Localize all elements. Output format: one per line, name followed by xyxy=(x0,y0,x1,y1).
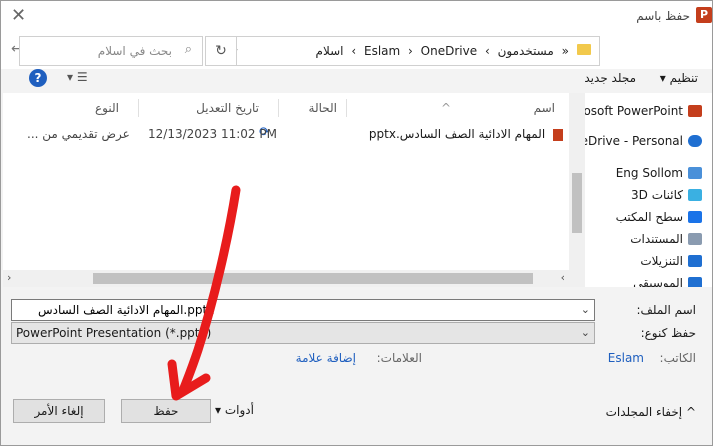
music-icon xyxy=(688,277,702,287)
tags-label: العلامات: xyxy=(376,351,422,365)
nav-scrollbar-thumb[interactable] xyxy=(572,173,582,233)
navigation-pane: crosoft PowerPoint neDrive - Personal En… xyxy=(569,93,712,287)
breadcrumb-separator: › xyxy=(484,44,490,58)
nav-scrollbar[interactable] xyxy=(569,93,585,287)
command-bar: تنظيم ▾ مجلد جديد ☰ ▾ ? xyxy=(1,69,712,91)
search-icon: ⌕ xyxy=(184,42,192,57)
column-divider[interactable] xyxy=(346,99,347,117)
nav-item-music[interactable]: الموسيقى xyxy=(633,273,702,287)
file-modified-cell: 12/13/2023 11:02 PM xyxy=(148,127,277,141)
breadcrumb-islam[interactable]: اسلام xyxy=(316,44,344,58)
breadcrumb-eslam[interactable]: Eslam xyxy=(364,44,400,58)
file-name-input[interactable] xyxy=(34,300,594,320)
powerpoint-app-icon: P xyxy=(696,7,712,23)
hide-folders-toggle[interactable]: ^ إخفاء المجلدات xyxy=(606,405,696,419)
file-name-dropdown-chevron-icon[interactable]: ⌄ xyxy=(581,303,590,316)
sort-chevron-icon: ^ xyxy=(440,101,451,115)
nav-item-onedrive[interactable]: neDrive - Personal xyxy=(573,131,702,151)
address-row: ← → ⌄ ↑ « مستخدمون › Eslam › OneDrive › … xyxy=(1,33,712,69)
pc-icon xyxy=(688,167,702,179)
onedrive-icon xyxy=(688,135,702,147)
nav-item-label: Eng Sollom xyxy=(615,166,683,180)
window-title: حفظ باسم xyxy=(636,9,690,23)
search-input[interactable]: بحث في اسلام ⌕ xyxy=(19,36,203,66)
cancel-button[interactable]: إلغاء الأمر xyxy=(13,399,105,423)
column-header-name[interactable]: اسم xyxy=(534,101,555,115)
view-options-icon[interactable]: ☰ ▾ xyxy=(67,70,88,84)
save-button[interactable]: حفظ xyxy=(121,399,211,423)
documents-icon xyxy=(688,233,702,245)
nav-item-powerpoint[interactable]: crosoft PowerPoint xyxy=(572,101,702,121)
nav-item-label: سطح المكتب xyxy=(615,210,683,224)
save-as-type-value: PowerPoint Presentation (*.pptx) xyxy=(16,326,212,340)
folder-icon xyxy=(577,44,591,55)
breadcrumb-onedrive[interactable]: OneDrive xyxy=(421,44,477,58)
breadcrumb-separator: › xyxy=(351,44,357,58)
author-label: الكاتب: xyxy=(659,351,696,365)
save-as-type-label: حفظ كنوع: xyxy=(640,326,696,340)
nav-item-label: كائنات 3D xyxy=(631,188,683,202)
download-icon xyxy=(688,255,702,267)
hide-folders-label: إخفاء المجلدات xyxy=(605,405,683,419)
nav-item-label: المستندات xyxy=(630,232,683,246)
breadcrumb: « مستخدمون › Eslam › OneDrive › اسلام xyxy=(314,44,571,58)
add-tag-link[interactable]: إضافة علامة xyxy=(296,351,356,365)
horizontal-scrollbar[interactable]: ‹ › xyxy=(3,270,569,287)
address-bar[interactable]: « مستخدمون › Eslam › OneDrive › اسلام ⌄ xyxy=(223,36,600,66)
file-list: اسم ^ الحالة تاريخ التعديل النوع المهام … xyxy=(3,93,569,287)
organize-button[interactable]: تنظيم ▾ xyxy=(660,71,698,85)
breadcrumb-separator: › xyxy=(408,44,413,58)
search-placeholder: بحث في اسلام xyxy=(97,44,172,58)
powerpoint-icon xyxy=(688,105,702,117)
nav-item-this-pc[interactable]: Eng Sollom xyxy=(616,163,702,183)
column-header-type[interactable]: النوع xyxy=(95,101,119,115)
file-name-text: المهام الادائية الصف السادس.pptx xyxy=(368,127,546,141)
nav-item-label: التنزيلات xyxy=(640,254,683,268)
nav-item-documents[interactable]: المستندات xyxy=(630,229,702,249)
column-header-status[interactable]: الحالة xyxy=(309,101,337,115)
help-icon[interactable]: ? xyxy=(29,69,47,87)
save-as-type-select[interactable]: PowerPoint Presentation (*.pptx) ⌄ xyxy=(11,322,595,344)
column-header-modified[interactable]: تاريخ التعديل xyxy=(196,101,259,115)
close-icon[interactable]: ✕ xyxy=(11,5,26,26)
file-name-field[interactable]: ⌄ xyxy=(11,299,595,321)
column-divider[interactable] xyxy=(278,99,279,117)
title-bar: P حفظ باسم ✕ xyxy=(1,1,712,33)
horizontal-scrollbar-thumb[interactable] xyxy=(93,273,533,284)
nav-item-downloads[interactable]: التنزيلات xyxy=(640,251,702,271)
nav-item-3d-objects[interactable]: كائنات 3D xyxy=(631,185,702,205)
refresh-button[interactable]: ↻ xyxy=(205,36,237,66)
refresh-icon: ↻ xyxy=(215,43,227,59)
breadcrumb-overflow[interactable]: « xyxy=(562,44,569,58)
file-name-label: اسم الملف: xyxy=(636,303,696,317)
save-as-dialog: P حفظ باسم ✕ ← → ⌄ ↑ « مستخدمون › Eslam … xyxy=(0,0,713,446)
table-row[interactable]: المهام الادائية الصف السادس.pptx ⟳ 12/13… xyxy=(3,123,569,145)
breadcrumb-users[interactable]: مستخدمون xyxy=(498,44,554,58)
author-value[interactable]: Eslam xyxy=(608,351,644,365)
column-divider[interactable] xyxy=(138,99,139,117)
dropdown-caret-icon: ▾ xyxy=(215,403,225,417)
tools-label: أدوات xyxy=(224,403,254,417)
new-folder-button[interactable]: مجلد جديد xyxy=(584,71,636,85)
scroll-left-arrow-icon[interactable]: ‹ xyxy=(7,271,11,284)
nav-item-label: الموسيقى xyxy=(633,276,683,287)
file-name-cell: المهام الادائية الصف السادس.pptx xyxy=(369,127,563,141)
chevron-up-icon: ^ xyxy=(682,405,696,419)
nav-item-desktop[interactable]: سطح المكتب xyxy=(616,207,702,227)
desktop-icon xyxy=(688,211,702,223)
nav-item-label: crosoft PowerPoint xyxy=(572,104,683,118)
scroll-right-arrow-icon[interactable]: › xyxy=(561,271,565,284)
pptx-file-icon xyxy=(553,128,563,141)
tools-button[interactable]: أدوات ▾ xyxy=(215,403,254,417)
cube-icon xyxy=(688,189,702,201)
file-type-cell: عرض تقديمي من ... xyxy=(27,127,130,141)
save-as-type-chevron-icon: ⌄ xyxy=(580,326,590,339)
nav-item-label: neDrive - Personal xyxy=(573,134,683,148)
